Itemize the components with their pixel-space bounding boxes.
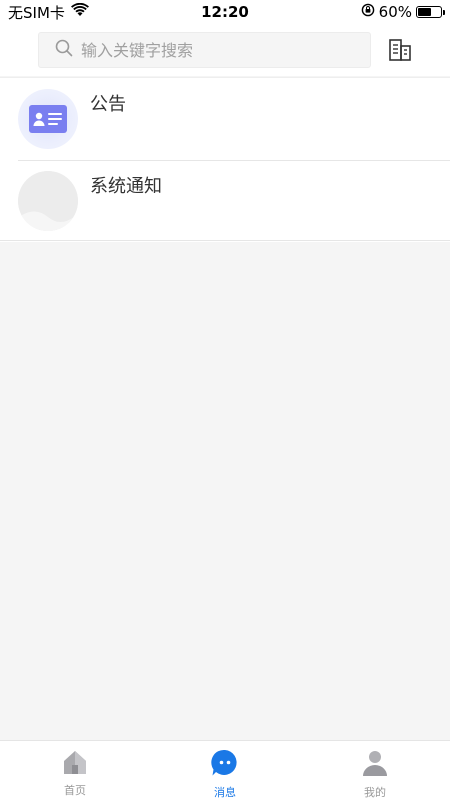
chat-bubble-icon	[211, 749, 239, 781]
status-bar: 无SIM卡 12:20 60%	[0, 0, 450, 24]
status-right: 60%	[361, 3, 445, 21]
status-left: 无SIM卡	[8, 2, 89, 23]
message-screen: 无SIM卡 12:20 60% 输入关键字搜索 公告 系统通知 首页 消息 我的	[0, 0, 450, 800]
tab-mine[interactable]: 我的	[300, 741, 450, 800]
tab-label: 消息	[214, 786, 236, 799]
list-item-system[interactable]: 系统通知	[0, 160, 450, 242]
search-input[interactable]	[81, 40, 341, 60]
battery-icon	[416, 6, 445, 18]
tab-messages[interactable]: 消息	[150, 741, 300, 800]
wifi-icon	[70, 2, 89, 21]
message-title: 系统通知	[90, 176, 162, 197]
tab-label: 首页	[64, 784, 86, 797]
carrier-label: 无SIM卡	[8, 3, 65, 22]
header	[0, 24, 450, 76]
tab-bar: 首页 消息 我的	[0, 740, 450, 800]
home-icon	[61, 749, 89, 779]
user-icon	[361, 749, 389, 781]
search-icon	[55, 39, 73, 61]
message-title: 公告	[90, 94, 126, 115]
battery-percent: 60%	[378, 3, 412, 21]
divider	[0, 240, 450, 241]
tab-home[interactable]: 首页	[0, 741, 150, 800]
system-avatar-icon	[18, 171, 78, 231]
message-list: 公告 系统通知	[0, 77, 450, 242]
search-box[interactable]	[38, 32, 371, 68]
building-icon[interactable]	[387, 37, 413, 63]
battery-fill	[418, 8, 432, 16]
tab-label: 我的	[364, 786, 386, 799]
list-item-notice[interactable]: 公告	[0, 78, 450, 160]
orientation-lock-icon	[361, 3, 375, 21]
notice-card-icon	[18, 89, 78, 149]
